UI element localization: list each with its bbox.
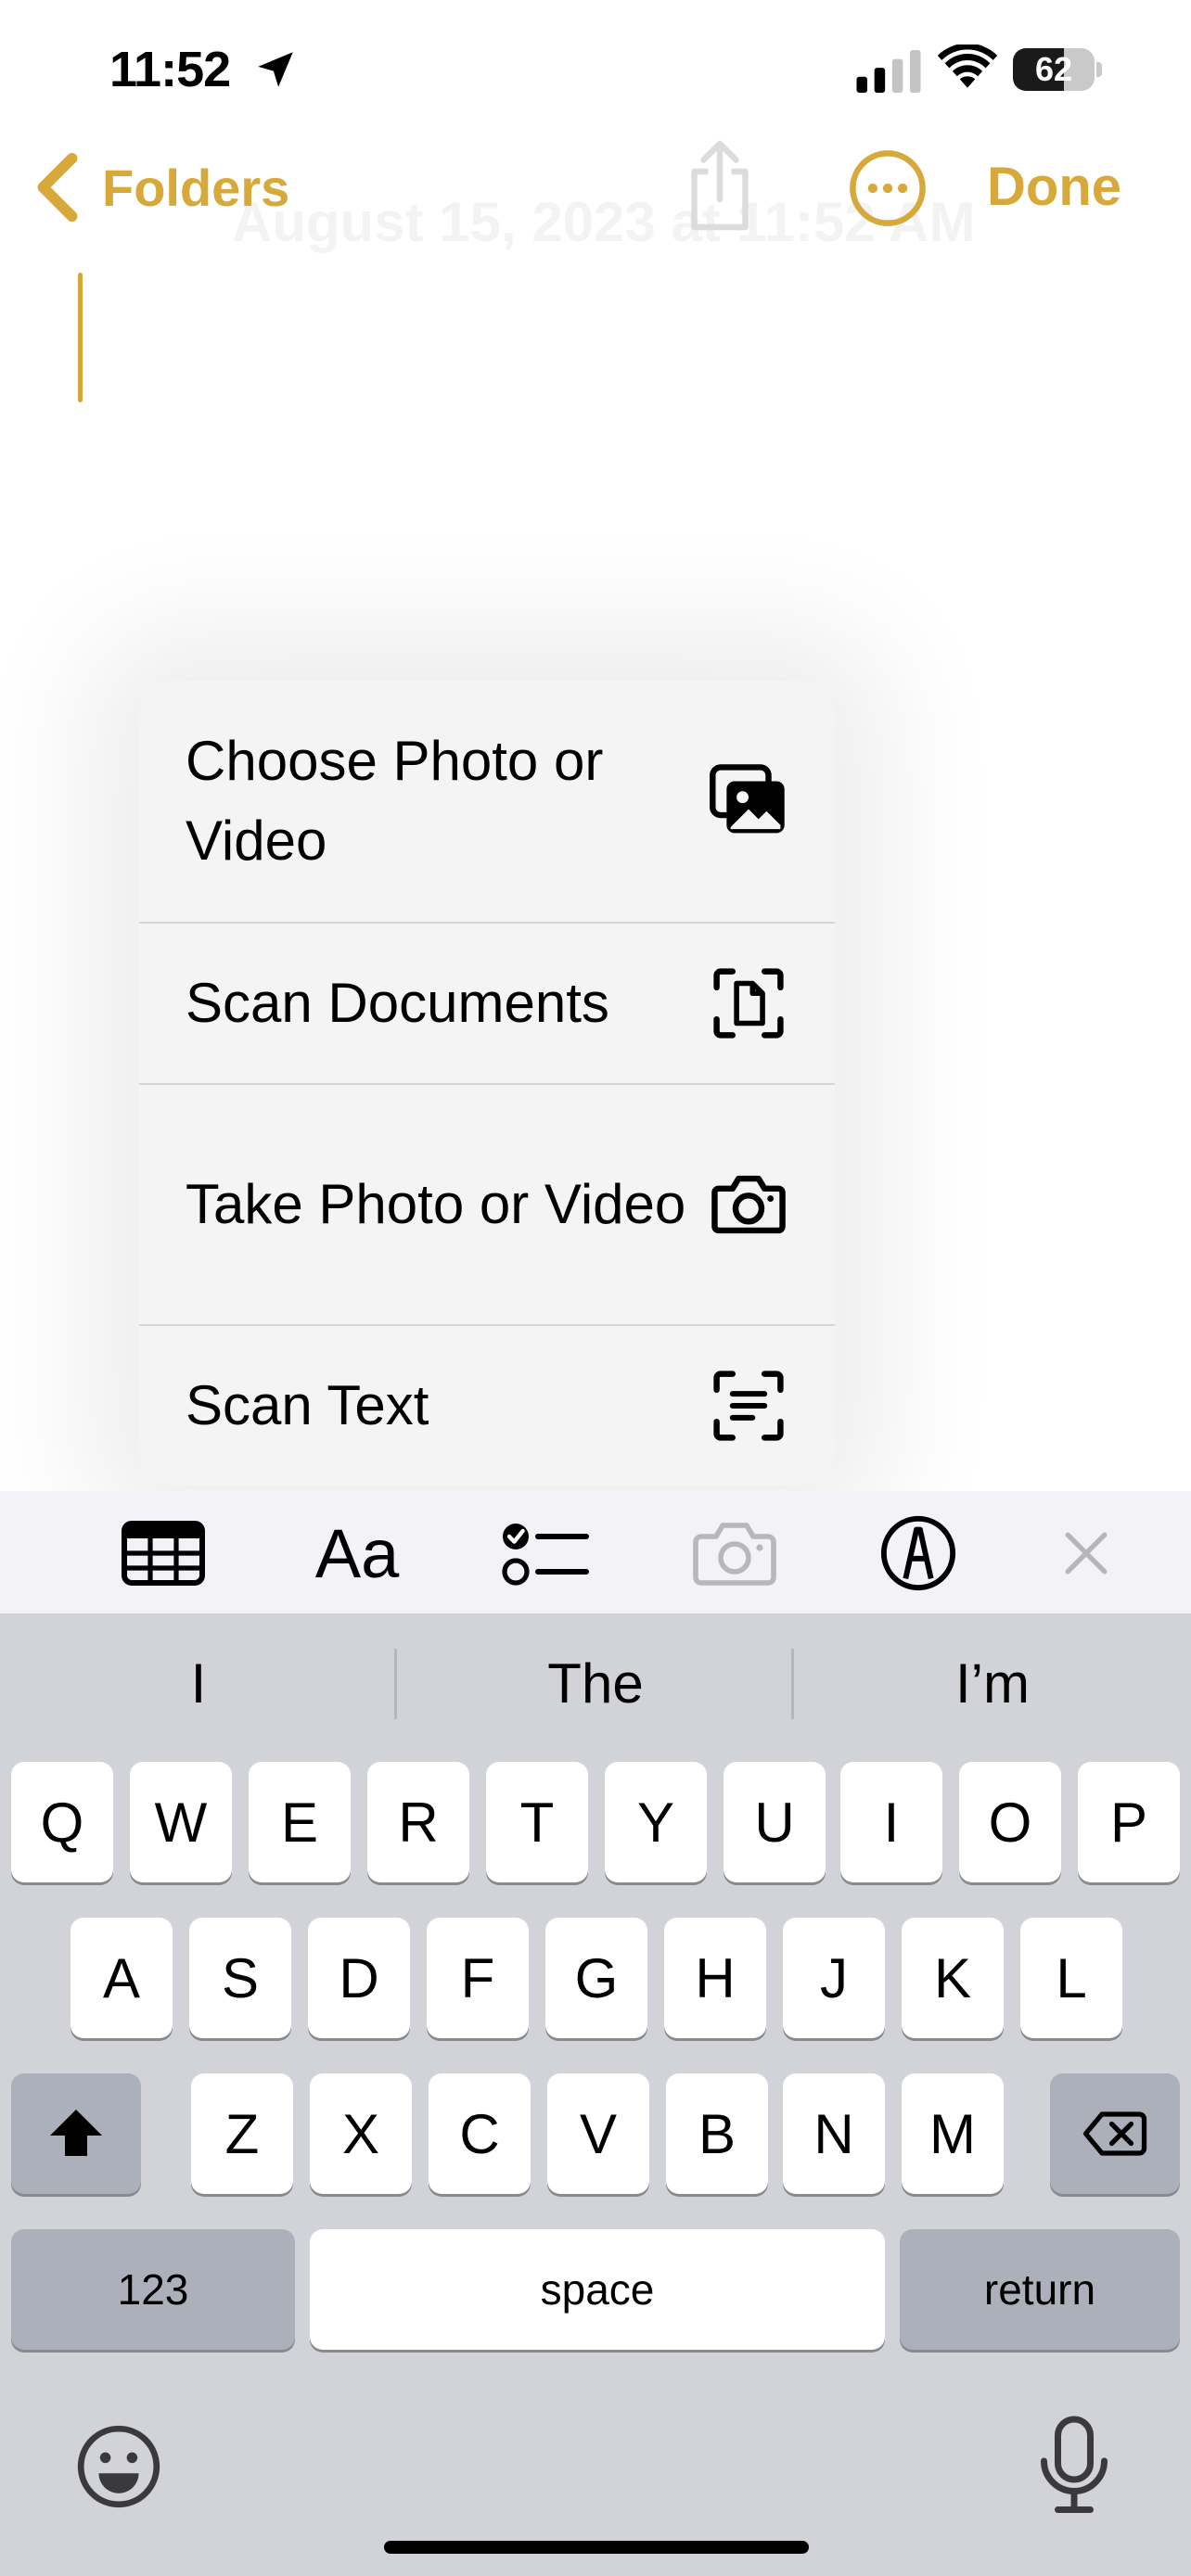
format-text-icon: Aa bbox=[314, 1514, 400, 1592]
key-d[interactable]: D bbox=[308, 1918, 410, 2038]
key-k[interactable]: K bbox=[902, 1918, 1004, 2038]
key-j[interactable]: J bbox=[783, 1918, 885, 2038]
return-key[interactable]: return bbox=[900, 2229, 1180, 2350]
camera-button[interactable] bbox=[688, 1513, 781, 1593]
key-g[interactable]: G bbox=[545, 1918, 647, 2038]
key-h[interactable]: H bbox=[664, 1918, 766, 2038]
suggestion-2[interactable]: The bbox=[397, 1647, 794, 1721]
emoji-icon[interactable] bbox=[74, 2422, 163, 2511]
menu-item-label: Choose Photo or Video bbox=[186, 730, 604, 872]
shift-icon bbox=[50, 2110, 102, 2156]
key-c[interactable]: C bbox=[429, 2073, 531, 2194]
chevron-left-icon bbox=[37, 152, 78, 223]
menu-item-label: Take Photo or Video bbox=[186, 1173, 686, 1235]
key-u[interactable]: U bbox=[724, 1762, 826, 1882]
cellular-signal-icon bbox=[856, 50, 921, 93]
backspace-icon bbox=[1082, 2111, 1147, 2156]
shift-key[interactable] bbox=[11, 2073, 141, 2194]
attachment-menu: Choose Photo or Video Scan Documents Tak… bbox=[139, 681, 835, 1486]
markup-icon bbox=[880, 1515, 956, 1591]
more-options-icon[interactable] bbox=[848, 148, 928, 228]
table-button[interactable] bbox=[119, 1513, 208, 1593]
checklist-button[interactable] bbox=[499, 1513, 592, 1593]
key-i[interactable]: I bbox=[840, 1762, 942, 1882]
share-icon[interactable] bbox=[683, 139, 757, 232]
document-scan-icon bbox=[713, 968, 784, 1039]
key-f[interactable]: F bbox=[427, 1918, 529, 2038]
status-time: 11:52 bbox=[109, 42, 231, 97]
key-p[interactable]: P bbox=[1078, 1762, 1180, 1882]
key-v[interactable]: V bbox=[547, 2073, 649, 2194]
home-indicator bbox=[384, 2541, 809, 2554]
numbers-key[interactable]: 123 bbox=[11, 2229, 295, 2350]
close-icon bbox=[1065, 1532, 1108, 1575]
key-t[interactable]: T bbox=[486, 1762, 588, 1882]
photo-library-icon bbox=[710, 764, 785, 834]
key-y[interactable]: Y bbox=[605, 1762, 707, 1882]
key-m[interactable]: M bbox=[902, 2073, 1004, 2194]
close-toolbar-button[interactable] bbox=[1052, 1513, 1121, 1593]
microphone-icon[interactable] bbox=[1037, 2415, 1111, 2517]
key-s[interactable]: S bbox=[189, 1918, 291, 2038]
space-key[interactable]: space bbox=[310, 2229, 885, 2350]
key-r[interactable]: R bbox=[367, 1762, 469, 1882]
location-arrow-icon bbox=[258, 52, 293, 87]
back-button[interactable]: Folders bbox=[33, 148, 289, 226]
keyboard: I The I’m Q W E R T Y U I O P A S D F G … bbox=[0, 1613, 1191, 2576]
key-a[interactable]: A bbox=[70, 1918, 173, 2038]
key-q[interactable]: Q bbox=[11, 1762, 113, 1882]
camera-icon bbox=[711, 1175, 786, 1234]
suggestion-1[interactable]: I bbox=[0, 1647, 397, 1721]
key-x[interactable]: X bbox=[310, 2073, 412, 2194]
suggestion-3[interactable]: I’m bbox=[794, 1647, 1191, 1721]
delete-key[interactable] bbox=[1050, 2073, 1180, 2194]
format-toolbar: Aa bbox=[0, 1491, 1191, 1613]
key-l[interactable]: L bbox=[1020, 1918, 1122, 2038]
text-scan-icon bbox=[713, 1371, 784, 1441]
key-w[interactable]: W bbox=[130, 1762, 232, 1882]
markup-button[interactable] bbox=[874, 1513, 963, 1593]
back-button-label: Folders bbox=[102, 158, 290, 217]
key-o[interactable]: O bbox=[959, 1762, 1061, 1882]
menu-item-choose-photo[interactable]: Choose Photo or Video bbox=[139, 681, 835, 922]
battery-indicator: 62 bbox=[1013, 48, 1102, 91]
table-icon bbox=[122, 1521, 205, 1586]
key-e[interactable]: E bbox=[249, 1762, 351, 1882]
camera-icon bbox=[693, 1523, 776, 1586]
done-button[interactable]: Done bbox=[987, 156, 1121, 218]
checklist-icon bbox=[502, 1524, 589, 1586]
key-z[interactable]: Z bbox=[191, 2073, 293, 2194]
menu-item-scan-text[interactable]: Scan Text bbox=[139, 1326, 835, 1486]
menu-item-label: Scan Text bbox=[186, 1374, 429, 1436]
menu-item-scan-documents[interactable]: Scan Documents bbox=[139, 924, 835, 1083]
wifi-icon bbox=[937, 45, 998, 88]
battery-percent: 62 bbox=[1034, 50, 1073, 88]
menu-item-take-photo[interactable]: Take Photo or Video bbox=[139, 1085, 835, 1324]
text-cursor bbox=[78, 273, 83, 402]
menu-item-label: Scan Documents bbox=[186, 972, 609, 1034]
key-b[interactable]: B bbox=[666, 2073, 768, 2194]
key-n[interactable]: N bbox=[783, 2073, 885, 2194]
format-text-button[interactable]: Aa bbox=[297, 1513, 417, 1593]
